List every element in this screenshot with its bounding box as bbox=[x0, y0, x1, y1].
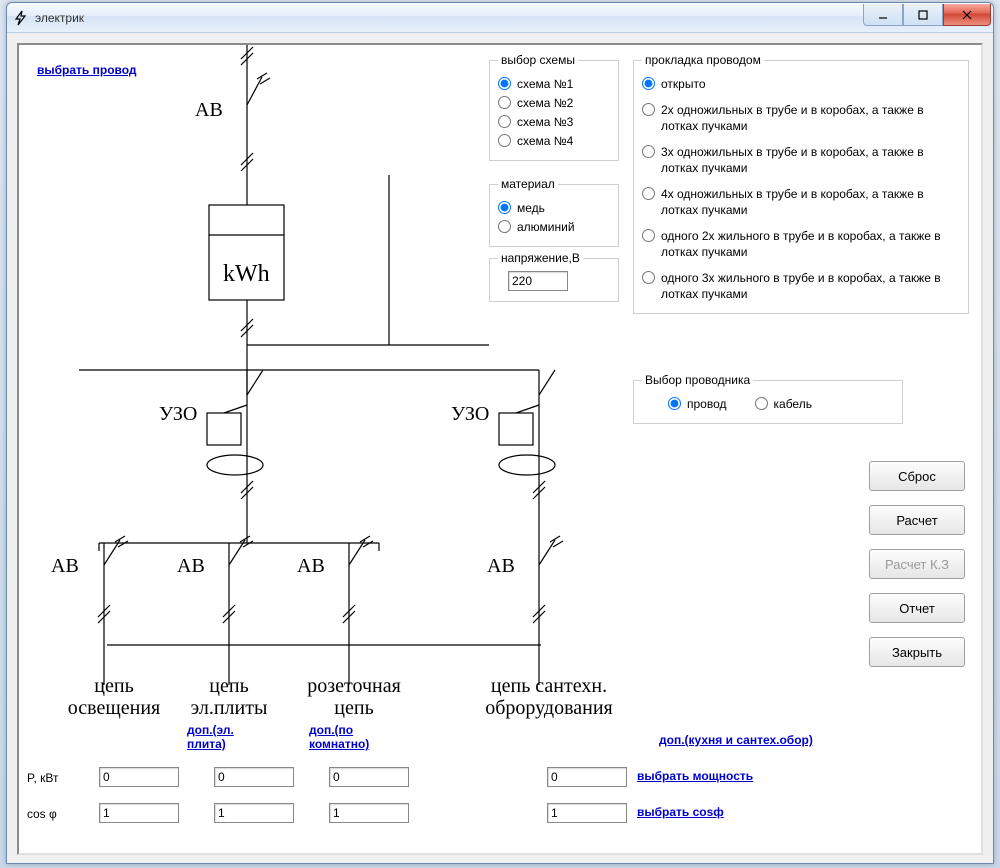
dop-kitchen-link[interactable]: доп.(кухня и сантех.обор) bbox=[659, 733, 813, 747]
p-input-3[interactable] bbox=[329, 767, 409, 787]
close-button[interactable]: Закрыть bbox=[869, 637, 965, 667]
laying-opt-3[interactable]: 4х одножильных в трубе и в коробах, а та… bbox=[642, 186, 960, 218]
titlebar: электрик bbox=[7, 3, 993, 33]
kwh-label: kWh bbox=[223, 261, 270, 288]
laying-opt-5[interactable]: одного 3х жильного в трубе и в коробах, … bbox=[642, 270, 960, 302]
circuit-1-label: цепь освещения bbox=[59, 675, 169, 719]
calc-button[interactable]: Расчет bbox=[869, 505, 965, 535]
dop-room-link[interactable]: доп.(по комнатно) bbox=[309, 723, 389, 751]
minimize-button[interactable] bbox=[863, 4, 903, 26]
report-button[interactable]: Отчет bbox=[869, 593, 965, 623]
calc-kz-button[interactable]: Расчет К.З bbox=[869, 549, 965, 579]
laying-opt-4[interactable]: одного 2х жильного в трубе и в коробах, … bbox=[642, 228, 960, 260]
ab-top-label: АВ bbox=[195, 99, 223, 122]
uzo-left-label: УЗО bbox=[159, 403, 197, 426]
window-title: электрик bbox=[35, 11, 84, 25]
circuit-3-label: розеточная цепь bbox=[299, 675, 409, 719]
circuit-2-label: цепь эл.плиты bbox=[179, 675, 279, 719]
p-input-4[interactable] bbox=[547, 767, 627, 787]
p-input-2[interactable] bbox=[214, 767, 294, 787]
action-buttons: Сброс Расчет Расчет К.З Отчет Закрыть bbox=[869, 461, 965, 667]
p-row-label: P, кВт bbox=[27, 771, 58, 785]
reset-button[interactable]: Сброс bbox=[869, 461, 965, 491]
cos-input-2[interactable] bbox=[214, 803, 294, 823]
select-cos-link[interactable]: выбрать cosф bbox=[637, 805, 724, 819]
laying-opt-0[interactable]: открыто bbox=[642, 76, 960, 92]
p-input-1[interactable] bbox=[99, 767, 179, 787]
ab-4-label: АВ bbox=[487, 555, 515, 578]
laying-legend: прокладка проводом bbox=[642, 53, 764, 67]
conductor-group: Выбор проводника провод кабель bbox=[633, 373, 903, 424]
uzo-right-label: УЗО bbox=[451, 403, 489, 426]
laying-opt-1[interactable]: 2х одножильных в трубе и в коробах, а та… bbox=[642, 102, 960, 134]
conductor-wire[interactable]: провод bbox=[668, 396, 727, 412]
conductor-cable[interactable]: кабель bbox=[755, 396, 812, 412]
cos-input-4[interactable] bbox=[547, 803, 627, 823]
client-area: выбрать провод выбор схемы схема №1 схем… bbox=[17, 43, 983, 855]
ab-3-label: АВ bbox=[297, 555, 325, 578]
ab-2-label: АВ bbox=[177, 555, 205, 578]
circuit-4-label: цепь сантехн. оброрудования bbox=[479, 675, 619, 719]
window-buttons bbox=[863, 4, 991, 26]
maximize-button[interactable] bbox=[903, 4, 943, 26]
app-window: электрик выбрать провод выбор схемы схем… bbox=[6, 2, 994, 864]
bolt-icon bbox=[13, 10, 29, 26]
cos-input-1[interactable] bbox=[99, 803, 179, 823]
ab-1-label: АВ bbox=[51, 555, 79, 578]
cos-input-3[interactable] bbox=[329, 803, 409, 823]
select-power-link[interactable]: выбрать мощность bbox=[637, 769, 753, 783]
dop-plita-link[interactable]: доп.(эл. плита) bbox=[187, 723, 257, 751]
laying-group: прокладка проводом открыто 2х одножильны… bbox=[633, 53, 969, 314]
cos-row-label: cos φ bbox=[27, 807, 57, 821]
schematic-diagram bbox=[19, 45, 659, 685]
close-window-button[interactable] bbox=[943, 4, 991, 26]
laying-opt-2[interactable]: 3х одножильных в трубе и в коробах, а та… bbox=[642, 144, 960, 176]
